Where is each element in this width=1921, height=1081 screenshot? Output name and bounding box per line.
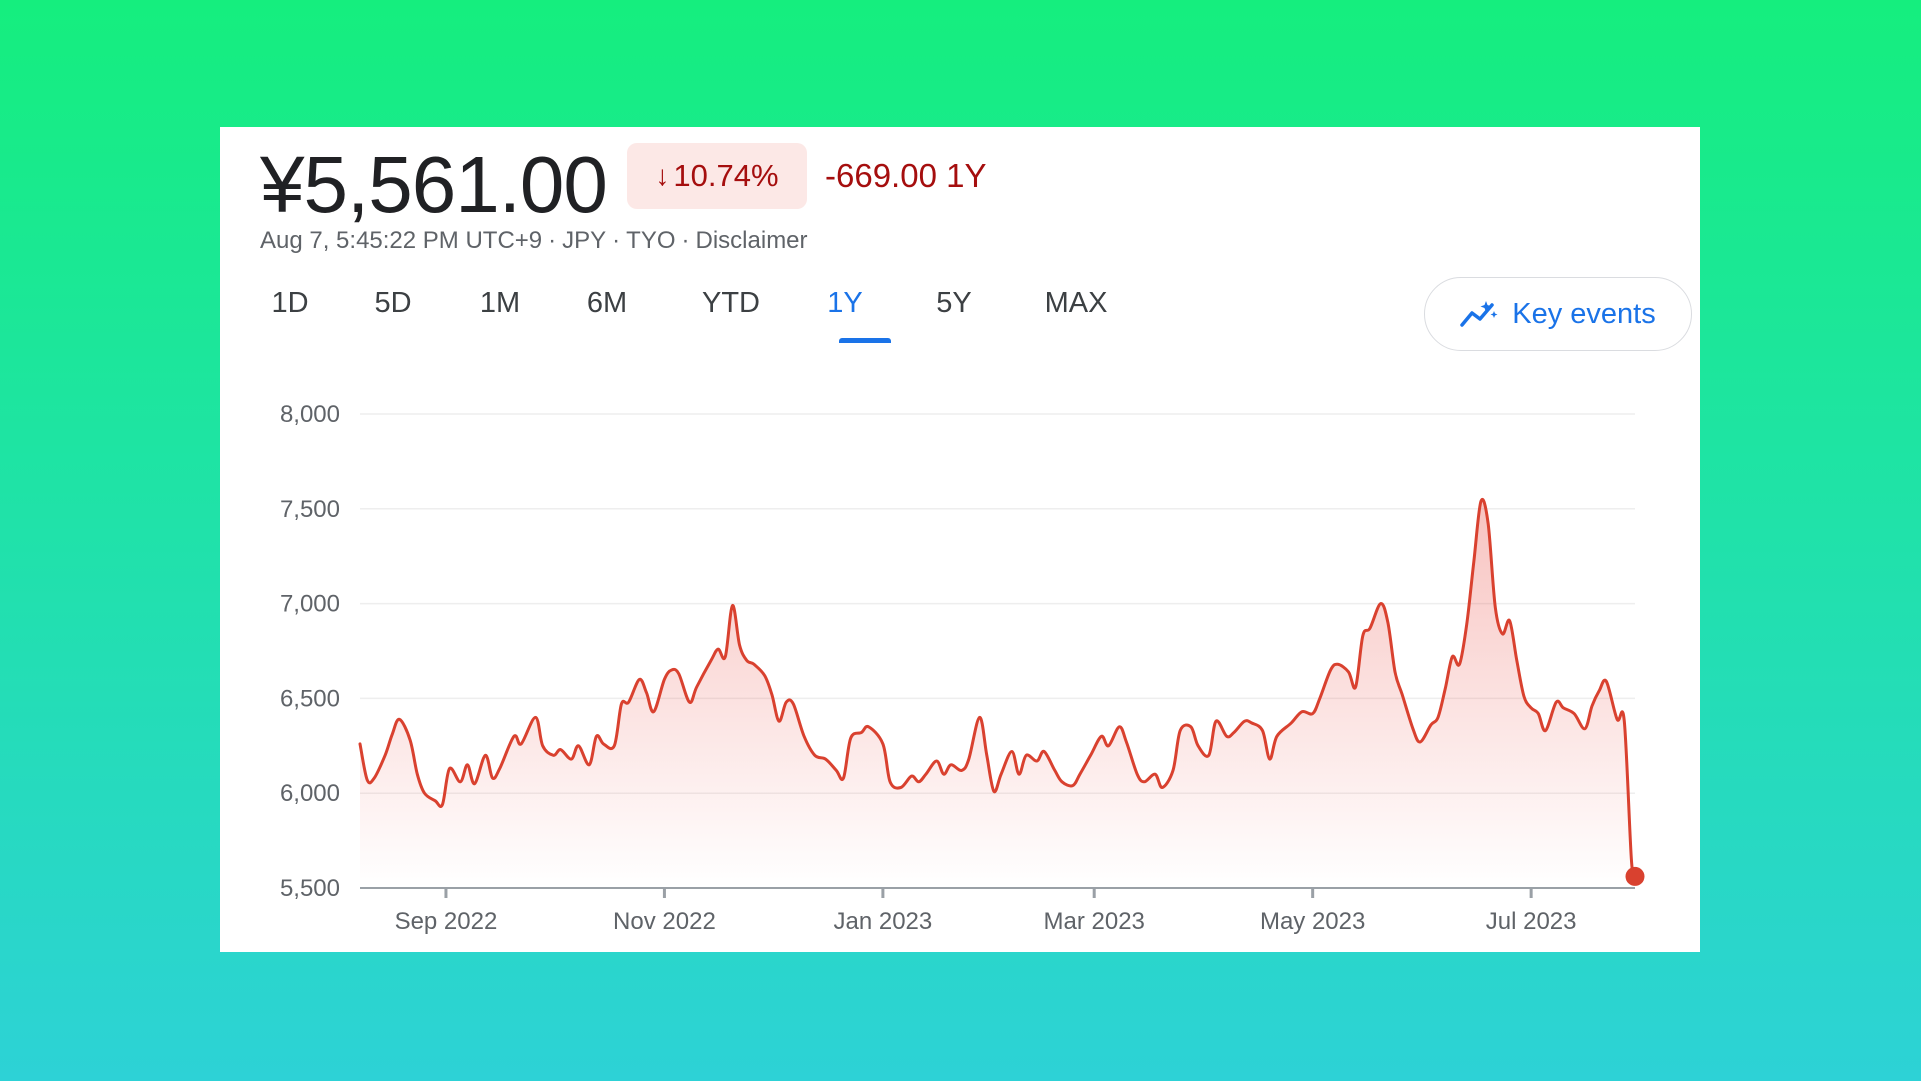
x-tick-label: May 2023 (1260, 908, 1365, 935)
y-tick-label: 7,500 (280, 496, 340, 523)
price-chart[interactable]: 8,000 7,500 7,000 6,500 6,000 5,500 Sep 2022 No… (220, 127, 1700, 952)
x-tick-label: Jul 2023 (1486, 908, 1577, 935)
stock-card: ¥5,561.00 ↓ 10.74% -669.00 1Y Aug 7, 5:4… (220, 127, 1700, 952)
y-tick-label: 7,000 (280, 591, 340, 618)
y-tick-label: 6,500 (280, 685, 340, 712)
x-tick-label: Jan 2023 (834, 908, 933, 935)
x-tick-label: Mar 2023 (1044, 908, 1145, 935)
current-price-marker (1625, 866, 1645, 886)
x-tick-label: Nov 2022 (613, 908, 716, 935)
y-tick-label: 5,500 (280, 875, 340, 902)
y-tick-label: 8,000 (280, 401, 340, 428)
y-tick-label: 6,000 (280, 780, 340, 807)
x-tick-label: Sep 2022 (395, 908, 498, 935)
